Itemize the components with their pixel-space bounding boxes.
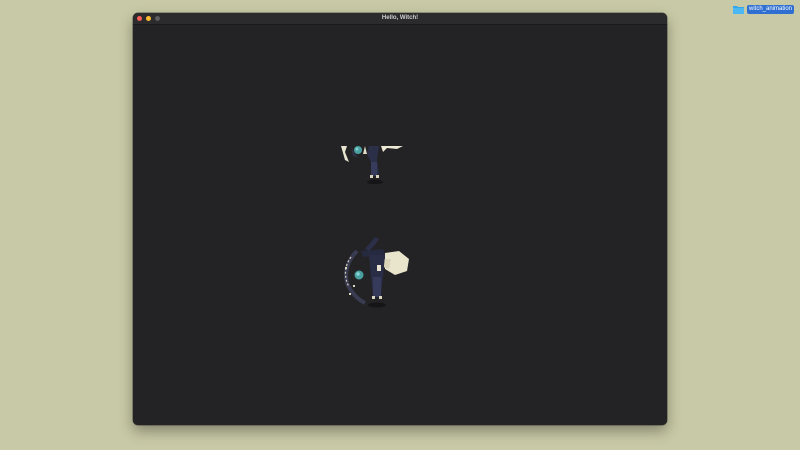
game-canvas[interactable] [133, 25, 667, 425]
folder-label[interactable]: witch_animation [747, 5, 795, 14]
window-title: Hello, Witch! [381, 15, 419, 21]
witch-sprite-icon [341, 146, 403, 185]
window-titlebar[interactable]: Hello, Witch! [133, 13, 667, 25]
witch-sprite-icon [344, 237, 409, 308]
folder-icon[interactable] [733, 5, 744, 14]
witch-sprite-cropped [341, 144, 405, 186]
app-window: Hello, Witch! [133, 13, 667, 425]
desktop-folder[interactable]: witch_animation [733, 5, 795, 14]
witch-sprite-full [339, 237, 413, 317]
